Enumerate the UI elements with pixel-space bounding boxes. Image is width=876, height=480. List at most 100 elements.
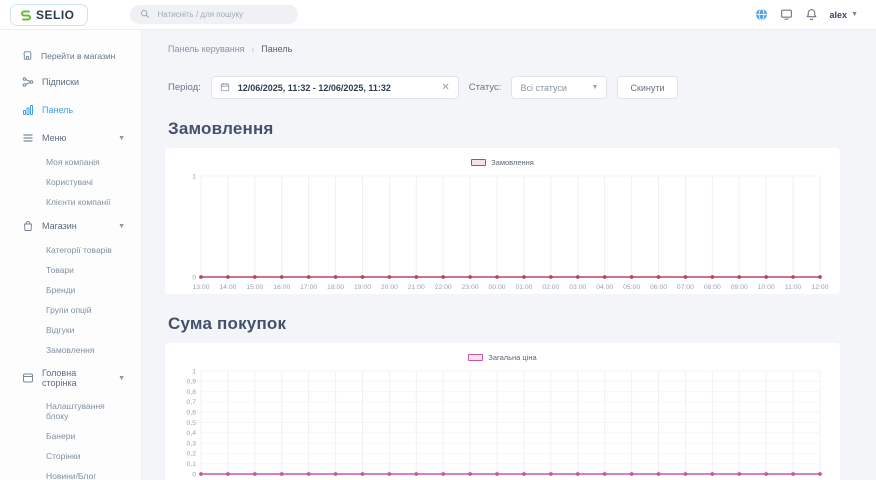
sidebar-item-4[interactable]: Головна сторінка▼ — [0, 360, 141, 396]
go-to-store-link[interactable]: Перейти в магазин — [22, 50, 141, 62]
sidebar-subitem[interactable]: Банери — [0, 426, 141, 446]
sidebar-item-label: Меню — [42, 133, 110, 143]
purchases-chart-card: Загальна ціна 1 0,9 0,8 0,7 0,6 0,5 0,4 0,3 0,2 0… — [165, 343, 840, 480]
chevron-down-icon: ▼ — [851, 11, 858, 18]
svg-text:0: 0 — [192, 471, 196, 478]
sidebar-item-3[interactable]: Магазин ▼ — [0, 212, 141, 240]
svg-text:17:00: 17:00 — [300, 284, 317, 291]
svg-text:10:00: 10:00 — [758, 284, 775, 291]
purchases-section-title: Сума покупок — [168, 314, 876, 334]
go-to-store-label: Перейти в магазин — [41, 51, 115, 61]
svg-text:21:00: 21:00 — [408, 284, 425, 291]
logo-text: SELIO — [36, 8, 75, 22]
svg-text:0,2: 0,2 — [187, 451, 197, 458]
sidebar-item-label: Магазин — [42, 221, 110, 231]
svg-text:0,8: 0,8 — [187, 389, 197, 396]
bar-chart-icon — [22, 104, 34, 116]
purchases-chart: 10,90,80,70,60,50,40,30,20,1013:0014:001… — [173, 365, 832, 480]
sidebar-item-label: Підписки — [42, 77, 129, 87]
sidebar-subitem[interactable]: Новини/Блог — [0, 466, 141, 480]
period-label: Період: — [168, 82, 201, 93]
legend-label: Загальна ціна — [488, 353, 536, 362]
search-input[interactable]: Натисніть / для пошуку — [130, 5, 298, 24]
svg-text:02:00: 02:00 — [542, 284, 559, 291]
svg-text:19:00: 19:00 — [354, 284, 371, 291]
menu-lines-icon — [22, 132, 34, 144]
svg-text:22:00: 22:00 — [435, 284, 452, 291]
svg-text:0,5: 0,5 — [187, 420, 197, 427]
svg-text:1: 1 — [192, 173, 196, 180]
sidebar-subitem[interactable]: Категорії товарів — [0, 240, 141, 260]
reset-button[interactable]: Скинути — [617, 76, 677, 99]
sidebar-subitem[interactable]: Моя компанія — [0, 152, 141, 172]
svg-text:03:00: 03:00 — [569, 284, 586, 291]
sidebar-item-0[interactable]: Підписки — [0, 68, 141, 96]
orders-chart-legend: Замовлення — [173, 154, 832, 170]
period-date-input[interactable]: 12/06/2025, 11:32 - 12/06/2025, 11:32 ✕ — [211, 76, 459, 99]
svg-text:06:00: 06:00 — [650, 284, 667, 291]
svg-text:0,4: 0,4 — [187, 430, 197, 437]
clear-period-icon[interactable]: ✕ — [441, 82, 449, 93]
user-name: alex — [830, 10, 848, 20]
sidebar-item-label: Головна сторінка — [42, 368, 110, 388]
breadcrumb-item[interactable]: Панель — [261, 44, 292, 54]
sidebar-subitem[interactable]: Налаштування блоку — [0, 396, 141, 426]
sidebar-subitem[interactable]: Бренди — [0, 280, 141, 300]
globe-icon[interactable] — [755, 8, 768, 21]
status-select[interactable]: Всі статуси ▼ — [511, 76, 607, 99]
header-actions: alex ▼ — [755, 8, 876, 21]
chevron-down-icon: ▼ — [118, 223, 125, 230]
svg-text:0,7: 0,7 — [187, 399, 197, 406]
sidebar-item-2[interactable]: Меню ▼ — [0, 124, 141, 152]
selio-s-logo-icon — [20, 9, 32, 21]
status-value: Всі статуси — [520, 83, 591, 93]
svg-text:16:00: 16:00 — [273, 284, 290, 291]
share-nodes-icon — [22, 76, 34, 88]
sidebar-subitem[interactable]: Клієнти компанії — [0, 192, 141, 212]
chevron-down-icon: ▼ — [592, 84, 599, 91]
svg-text:04:00: 04:00 — [596, 284, 613, 291]
svg-text:14:00: 14:00 — [219, 284, 236, 291]
search-placeholder: Натисніть / для пошуку — [158, 10, 244, 19]
sidebar-item-1[interactable]: Панель — [0, 96, 141, 124]
breadcrumb-item[interactable]: Панель керування — [168, 44, 245, 54]
sidebar-nav: Підписки Панель Меню ▼ Моя компаніяКористува… — [0, 68, 141, 480]
sidebar-subitem[interactable]: Сторінки — [0, 446, 141, 466]
sidebar-subitem[interactable]: Замовлення — [0, 340, 141, 360]
svg-text:0,3: 0,3 — [187, 440, 197, 447]
svg-text:11:00: 11:00 — [785, 284, 802, 291]
svg-text:01:00: 01:00 — [515, 284, 532, 291]
svg-text:13:00: 13:00 — [192, 284, 209, 291]
orders-chart: 1 0 13:00 14:00 15:00 16:00 17:00 18:00 19:00 20:… — [173, 170, 832, 292]
legend-label: Замовлення — [491, 158, 534, 167]
sidebar-subitem[interactable]: Товари — [0, 260, 141, 280]
chevron-down-icon: ▼ — [118, 135, 125, 142]
monitor-icon[interactable] — [780, 8, 793, 21]
svg-text:23:00: 23:00 — [462, 284, 479, 291]
shopping-bag-icon — [22, 220, 34, 232]
svg-text:0,6: 0,6 — [187, 410, 197, 417]
storefront-icon — [22, 50, 34, 62]
browser-window-icon — [22, 372, 34, 384]
app-logo[interactable]: SELIO — [10, 4, 88, 26]
sidebar-subitem[interactable]: Групи опцій — [0, 300, 141, 320]
filters-bar: Період: 12/06/2025, 11:32 - 12/06/2025, … — [168, 76, 876, 99]
svg-text:18:00: 18:00 — [327, 284, 344, 291]
sidebar: Перейти в магазин Підписки Панель Меню ▼ Моя… — [0, 30, 142, 480]
svg-text:00:00: 00:00 — [489, 284, 506, 291]
sidebar-subitem[interactable]: Користувачі — [0, 172, 141, 192]
search-icon — [140, 9, 152, 21]
orders-chart-card: Замовлення 1 0 13:00 14:00 15:00 16:00 17:00 18… — [165, 148, 840, 294]
svg-text:1: 1 — [192, 368, 196, 375]
breadcrumb-separator: › — [252, 45, 255, 54]
svg-text:20:00: 20:00 — [381, 284, 398, 291]
svg-text:0,9: 0,9 — [187, 379, 197, 386]
user-menu[interactable]: alex ▼ — [830, 10, 858, 20]
svg-text:15:00: 15:00 — [246, 284, 263, 291]
sidebar-subitem[interactable]: Відгуки — [0, 320, 141, 340]
calendar-icon — [220, 82, 232, 94]
period-value: 12/06/2025, 11:32 - 12/06/2025, 11:32 — [238, 83, 436, 93]
svg-text:08:00: 08:00 — [704, 284, 721, 291]
bell-icon[interactable] — [805, 8, 818, 21]
svg-text:0: 0 — [192, 274, 196, 281]
